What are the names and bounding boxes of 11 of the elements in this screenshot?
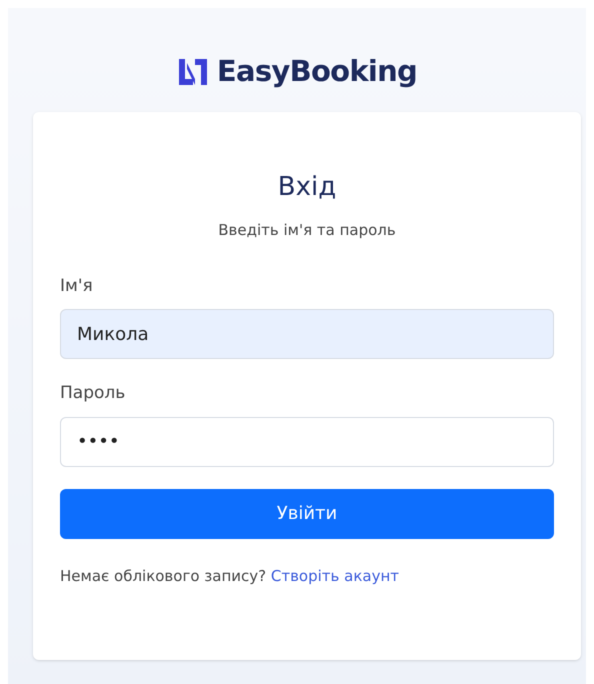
field-label: Ім'я xyxy=(60,274,94,298)
field-label: Пароль xyxy=(60,382,126,405)
card-subtitle: Введіть ім'я та пароль xyxy=(217,220,397,241)
login-button[interactable]: Увійти xyxy=(60,488,554,538)
signup-prompt: Немає облікового запису? xyxy=(60,566,266,584)
input-field[interactable]: •••• xyxy=(60,416,554,466)
input-field[interactable]: Микола xyxy=(60,309,554,359)
logo-icon xyxy=(176,57,209,87)
brand-name: EasyBooking xyxy=(216,53,418,90)
signup-link[interactable]: Створіть акаунт xyxy=(270,566,400,584)
card-title: Вхід xyxy=(276,171,338,204)
